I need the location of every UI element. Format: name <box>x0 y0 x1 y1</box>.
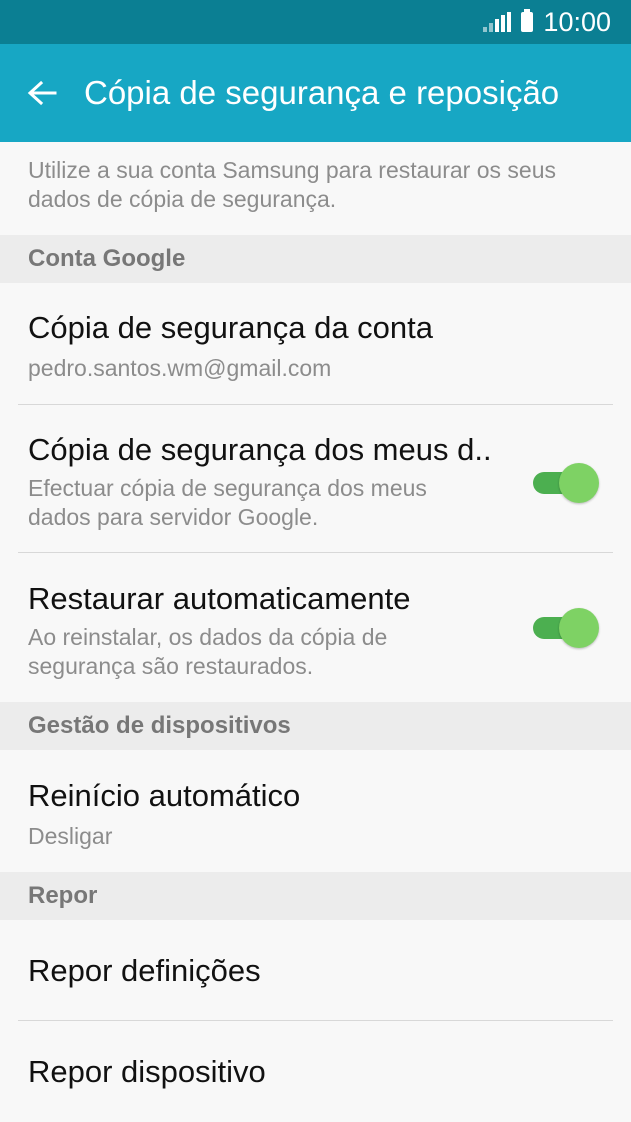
samsung-restore-item[interactable]: Utilize a sua conta Samsung para restaur… <box>0 142 631 235</box>
backup-data-description: Efectuar cópia de segurança dos meus dad… <box>28 475 427 530</box>
backup-account-item[interactable]: Cópia de segurança da conta pedro.santos… <box>0 283 631 405</box>
settings-list: Utilize a sua conta Samsung para restaur… <box>0 142 631 1120</box>
status-bar: 10:00 <box>0 0 631 44</box>
auto-restart-status: Desligar <box>28 823 113 849</box>
auto-restart-item[interactable]: Reinício automático Desligar <box>0 750 631 872</box>
auto-restore-toggle[interactable] <box>533 608 599 648</box>
status-icons: 10:00 <box>483 0 611 44</box>
backup-data-title: Cópia de segurança dos meus d.. <box>28 432 492 467</box>
app-bar: Cópia de segurança e reposição <box>0 44 631 142</box>
backup-data-item[interactable]: Cópia de segurança dos meus d.. Efectuar… <box>0 405 631 553</box>
reset-device-title: Repor dispositivo <box>28 1054 266 1089</box>
reset-settings-item[interactable]: Repor definições <box>0 920 631 1021</box>
back-button[interactable] <box>0 44 84 142</box>
section-header-google: Conta Google <box>0 235 631 283</box>
samsung-restore-description: Utilize a sua conta Samsung para restaur… <box>28 157 556 212</box>
section-header-reset: Repor <box>0 872 631 920</box>
signal-icon <box>483 12 512 32</box>
page-title: Cópia de segurança e reposição <box>84 74 560 111</box>
reset-settings-title: Repor definições <box>28 953 261 988</box>
auto-restore-item[interactable]: Restaurar automaticamente Ao reinstalar,… <box>0 553 631 702</box>
backup-account-title: Cópia de segurança da conta <box>28 310 434 345</box>
battery-icon <box>521 9 534 32</box>
backup-data-toggle[interactable] <box>533 463 599 503</box>
status-time: 10:00 <box>543 6 611 37</box>
auto-restore-description: Ao reinstalar, os dados da cópia de segu… <box>28 624 388 679</box>
auto-restart-title: Reinício automático <box>28 778 301 813</box>
back-arrow-icon <box>27 80 57 106</box>
auto-restore-title: Restaurar automaticamente <box>28 581 411 616</box>
section-header-devices: Gestão de dispositivos <box>0 702 631 750</box>
backup-account-email: pedro.santos.wm@gmail.com <box>28 355 332 381</box>
reset-device-item[interactable]: Repor dispositivo <box>0 1021 631 1120</box>
